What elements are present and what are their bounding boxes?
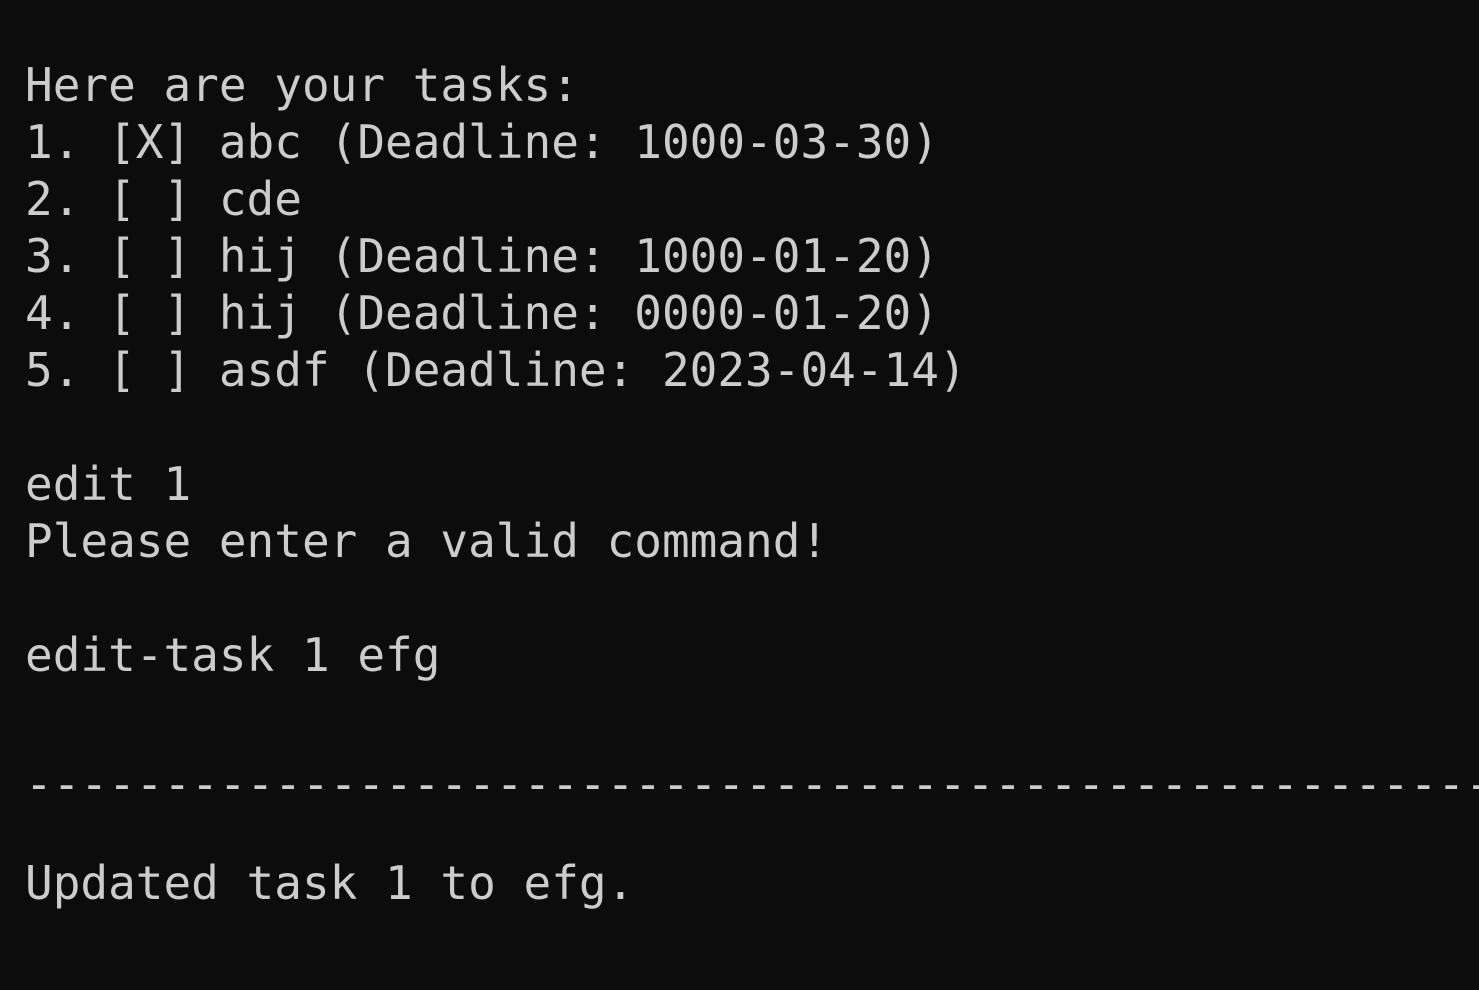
error-message: Please enter a valid command! xyxy=(25,514,829,568)
separator-line: ----------------------------------------… xyxy=(25,757,1479,811)
task-list-header: Here are your tasks: xyxy=(25,58,579,112)
task-item: 3. [ ] hij (Deadline: 1000-01-20) xyxy=(25,229,939,283)
task-item: 1. [X] abc (Deadline: 1000-03-30) xyxy=(25,115,939,169)
task-item: 5. [ ] asdf (Deadline: 2023-04-14) xyxy=(25,343,967,397)
user-command: edit-task 1 efg xyxy=(25,628,441,682)
result-message: Updated task 1 to efg. xyxy=(25,856,635,910)
terminal-window[interactable]: Here are your tasks: 1. [X] abc (Deadlin… xyxy=(0,0,1479,990)
task-item: 2. [ ] cde xyxy=(25,172,302,226)
user-command: edit 1 xyxy=(25,457,192,511)
task-item: 4. [ ] hij (Deadline: 0000-01-20) xyxy=(25,286,939,340)
